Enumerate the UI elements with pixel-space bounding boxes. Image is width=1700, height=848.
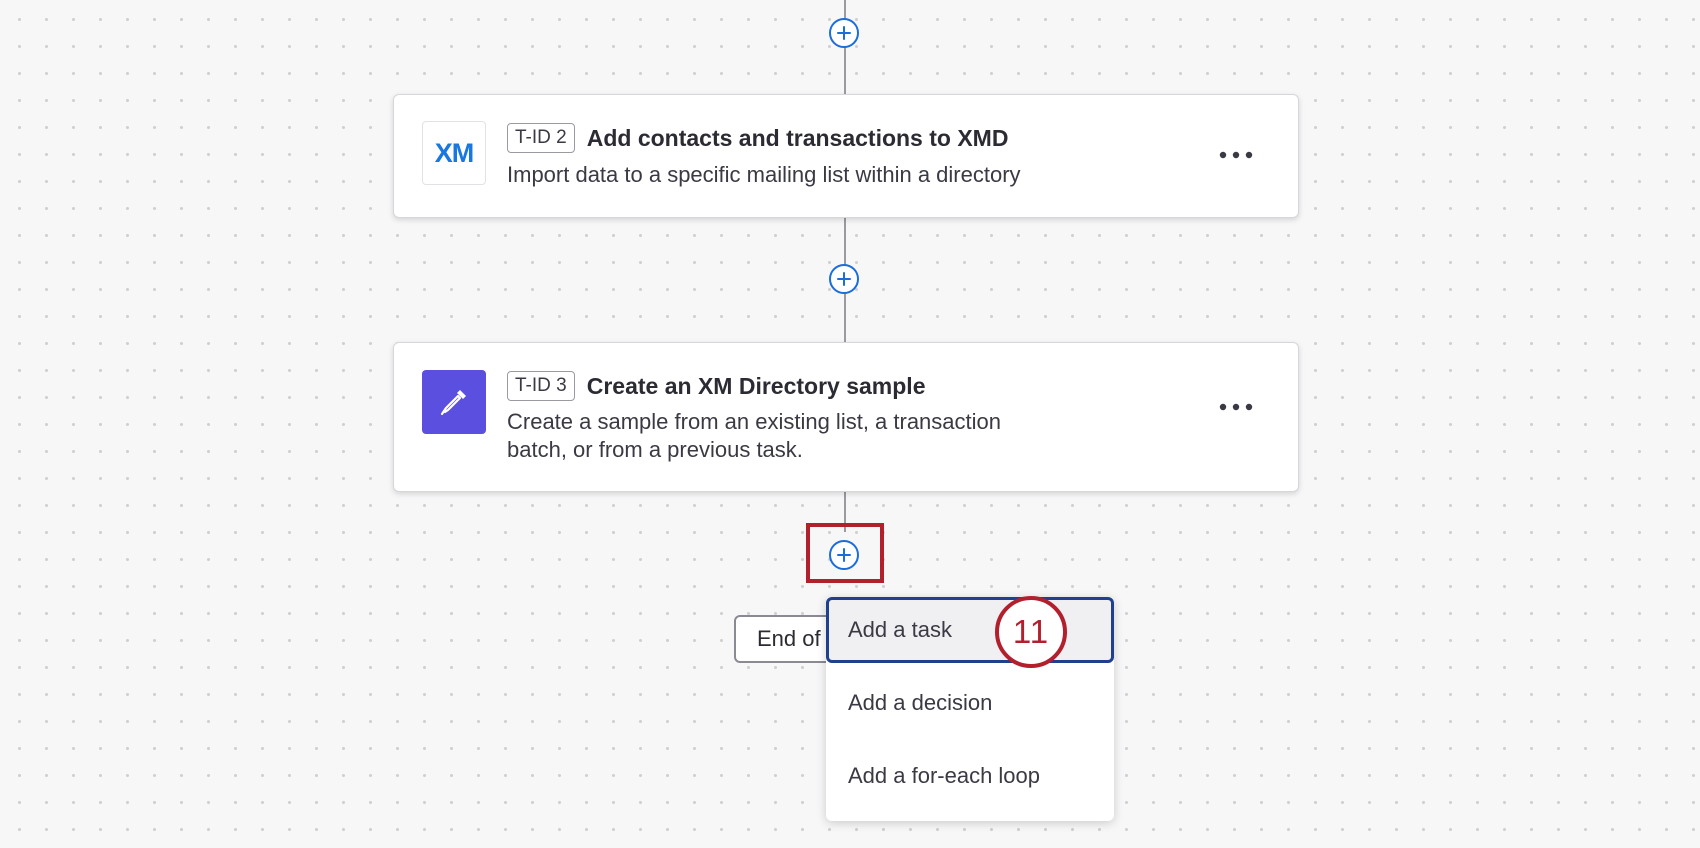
menu-item-label: Add a for-each loop: [848, 763, 1041, 788]
more-horizontal-icon: [1219, 151, 1253, 159]
menu-item-label: Add a decision: [848, 690, 993, 715]
task-id-badge: T-ID 3: [507, 371, 575, 401]
task-description-line: batch, or from a previous task.: [507, 437, 803, 462]
eyedropper-icon: [422, 370, 486, 434]
menu-item-add-task[interactable]: Add a task: [826, 597, 1114, 663]
annotation-step-badge: 11: [995, 596, 1067, 668]
task-card-tid-3[interactable]: T-ID 3 Create an XM Directory sample Cre…: [393, 342, 1299, 492]
menu-item-add-for-each-loop[interactable]: Add a for-each loop: [826, 743, 1114, 809]
task-card-tid-2[interactable]: XM T-ID 2 Add contacts and transactions …: [393, 94, 1299, 218]
eyedropper-glyph: [440, 390, 466, 416]
task-id-badge: T-ID 2: [507, 123, 575, 153]
xm-logo-text: XM: [434, 137, 474, 168]
task-title: Add contacts and transactions to XMD: [586, 124, 1009, 151]
task-card-header: T-ID 3 Create an XM Directory sample: [507, 371, 925, 401]
task-card-header: T-ID 2 Add contacts and transactions to …: [507, 123, 1008, 153]
task-options-button[interactable]: [1214, 395, 1258, 419]
plus-circle-icon: [837, 272, 851, 286]
annotation-highlight-box: [806, 523, 884, 583]
add-step-menu: Add a task Add a decision Add a for-each…: [826, 597, 1114, 821]
add-step-button-top[interactable]: [829, 18, 859, 48]
add-step-button-middle[interactable]: [829, 264, 859, 294]
menu-item-label: Add a task: [848, 617, 952, 642]
task-options-button[interactable]: [1214, 143, 1258, 167]
task-title: Create an XM Directory sample: [586, 372, 926, 399]
menu-item-add-decision[interactable]: Add a decision: [826, 670, 1114, 736]
more-horizontal-icon: [1219, 403, 1253, 411]
task-description: Create a sample from an existing list, a…: [507, 408, 1001, 464]
xm-logo-icon: XM: [422, 121, 486, 185]
end-of-workflow-label: End of: [757, 626, 821, 651]
task-description-line: Create a sample from an existing list, a…: [507, 409, 1002, 434]
plus-circle-icon: [837, 26, 851, 40]
task-description: Import data to a specific mailing list w…: [507, 162, 1021, 187]
